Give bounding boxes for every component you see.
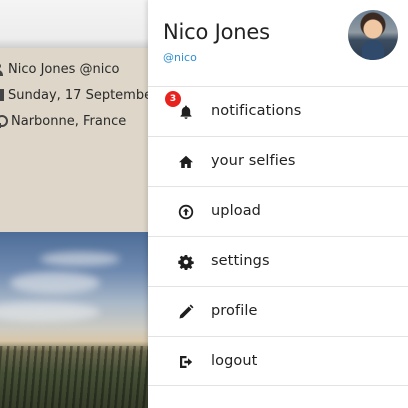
- post-date-row: Sunday, 17 September: [0, 84, 148, 106]
- menu-item-label: upload: [211, 203, 261, 219]
- drawer-profile-header: Nico Jones @nico: [148, 0, 408, 86]
- post-location-row: Narbonne, France: [0, 110, 126, 132]
- post-date: Sunday, 17 September: [8, 87, 148, 103]
- menu-item-your-selfies[interactable]: your selfies: [148, 136, 408, 186]
- notification-count-badge: 3: [165, 91, 181, 107]
- menu-item-label: profile: [211, 303, 258, 319]
- background-header: [0, 0, 148, 48]
- menu-item-logout[interactable]: logout: [148, 336, 408, 386]
- avatar[interactable]: [348, 10, 398, 60]
- bell-icon: [180, 105, 192, 119]
- user-handle[interactable]: @nico: [163, 51, 197, 64]
- location-pin-icon: [0, 114, 8, 128]
- menu-item-label: settings: [211, 253, 270, 269]
- pencil-icon: [179, 304, 194, 319]
- gear-icon: [178, 255, 194, 270]
- menu-item-notifications[interactable]: 3 notifications: [148, 86, 408, 136]
- post-info-panel: Nico Jones @nico Sunday, 17 September Na…: [0, 48, 148, 232]
- menu-item-settings[interactable]: settings: [148, 236, 408, 286]
- menu-item-upload[interactable]: upload: [148, 186, 408, 236]
- home-icon: [179, 155, 193, 168]
- menu-item-label: logout: [211, 353, 258, 369]
- navigation-drawer: Nico Jones @nico 3 notifications your se…: [148, 0, 408, 408]
- post-author-row: Nico Jones @nico: [0, 58, 119, 80]
- background-post: Nico Jones @nico Sunday, 17 September Na…: [0, 0, 148, 408]
- logout-icon: [180, 356, 193, 368]
- user-name: Nico Jones: [163, 20, 270, 44]
- post-photo: [0, 232, 148, 408]
- menu-item-profile[interactable]: profile: [148, 286, 408, 336]
- menu-item-label: your selfies: [211, 153, 296, 169]
- user-icon: [0, 62, 4, 76]
- drawer-menu: 3 notifications your selfies upload sett…: [148, 86, 408, 386]
- upload-icon: [178, 204, 194, 220]
- post-location: Narbonne, France: [11, 113, 127, 129]
- post-author: Nico Jones @nico: [8, 61, 120, 77]
- calendar-icon: [0, 89, 4, 101]
- menu-item-label: notifications: [211, 103, 302, 119]
